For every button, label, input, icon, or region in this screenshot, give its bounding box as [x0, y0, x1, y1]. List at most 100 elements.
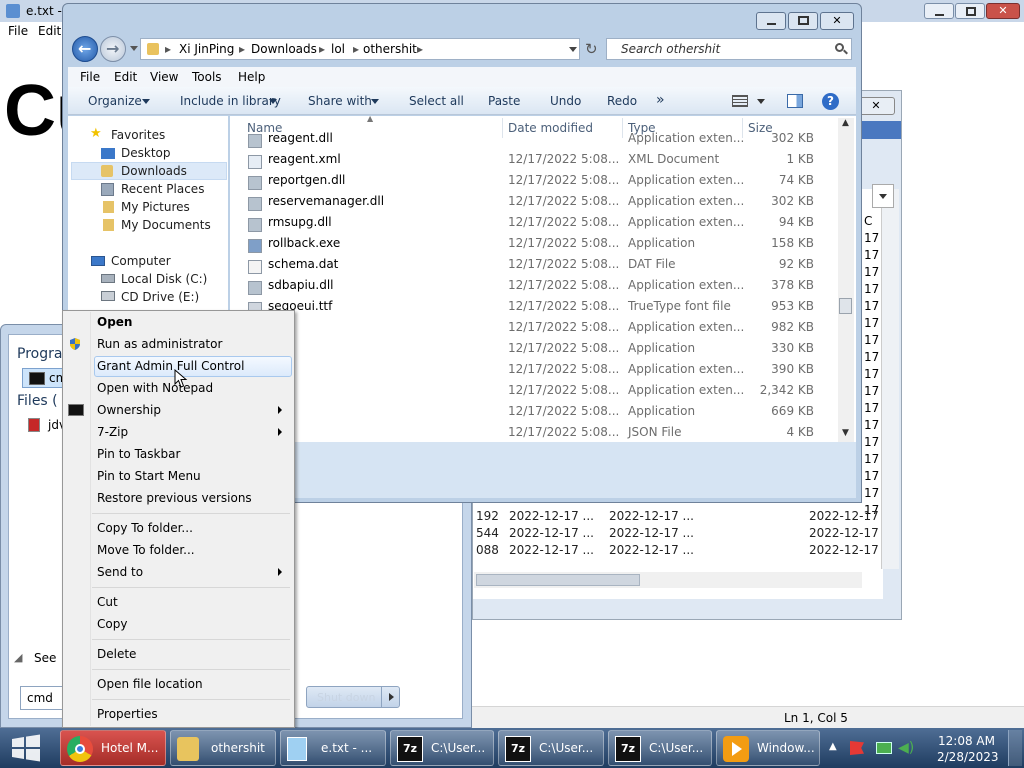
redo-button[interactable]: Redo — [607, 94, 637, 108]
nav-cd-drive[interactable]: CD Drive (E:) — [121, 290, 199, 304]
scroll-thumb[interactable] — [839, 298, 852, 314]
breadcrumb-1[interactable]: Xi JinPing — [179, 42, 234, 56]
chevron-down-icon[interactable] — [757, 99, 765, 104]
scroll-up-icon[interactable]: ▲ — [842, 118, 849, 128]
menu-edit[interactable]: Edit — [114, 70, 137, 84]
file-row[interactable]: reagent.xml 12/17/2022 5:08... XML Documen… — [246, 152, 836, 173]
minimize-button[interactable] — [756, 12, 786, 30]
undo-button[interactable]: Undo — [550, 94, 581, 108]
forward-button[interactable]: → — [100, 36, 126, 62]
file-row[interactable]: reservemanager.dll 12/17/2022 5:08... Appl… — [246, 194, 836, 215]
taskbar-othershit[interactable]: othershit — [170, 730, 276, 766]
menu-edit[interactable]: Edit — [38, 24, 61, 38]
ctx-open-with-notepad[interactable]: Open with Notepad — [97, 381, 213, 395]
ctx-grant-admin[interactable]: Grant Admin Full Control — [97, 359, 244, 373]
nav-favorites[interactable]: Favorites — [111, 128, 165, 142]
nav-computer[interactable]: Computer — [111, 254, 171, 268]
sevenzip-hscroll[interactable] — [474, 572, 862, 588]
ctx-pin-start[interactable]: Pin to Start Menu — [97, 469, 201, 483]
breadcrumb-3[interactable]: lol — [331, 42, 345, 56]
paste-button[interactable]: Paste — [488, 94, 520, 108]
show-desktop-button[interactable] — [1008, 730, 1022, 766]
file-list-scrollbar[interactable]: ▲ ▼ — [838, 118, 854, 442]
menu-view[interactable]: View — [150, 70, 178, 84]
start-search-input[interactable]: cmd — [20, 686, 64, 710]
file-row[interactable]: reportgen.dll 12/17/2022 5:08... Applicati… — [246, 173, 836, 194]
nav-recent-places[interactable]: Recent Places — [121, 182, 204, 196]
ctx-ownership[interactable]: Ownership — [97, 403, 161, 417]
refresh-icon[interactable]: ↻ — [585, 40, 598, 58]
shutdown-button[interactable]: Shut down — [306, 686, 400, 708]
breadcrumb-2[interactable]: Downloads — [251, 42, 317, 56]
more-commands-button[interactable]: » — [656, 92, 665, 108]
organize-button[interactable]: Organize — [88, 94, 142, 108]
scroll-down-icon[interactable]: ▼ — [842, 428, 849, 438]
ctx-copy-to-folder[interactable]: Copy To folder... — [97, 521, 193, 535]
help-icon[interactable]: ? — [822, 93, 839, 110]
ctx-properties[interactable]: Properties — [97, 707, 158, 721]
recent-pages-icon[interactable] — [130, 46, 138, 51]
taskbar-chrome[interactable]: Hotel M... — [60, 730, 166, 766]
minimize-button[interactable] — [924, 3, 954, 19]
nav-desktop[interactable]: Desktop — [121, 146, 171, 160]
ctx-move-to-folder[interactable]: Move To folder... — [97, 543, 195, 557]
clock-time[interactable]: 12:08 AM — [938, 734, 995, 748]
file-row[interactable]: rollback.exe 12/17/2022 5:08... Applicatio… — [246, 236, 836, 257]
nav-my-pictures[interactable]: My Pictures — [121, 200, 190, 214]
share-with-button[interactable]: Share with — [308, 94, 372, 108]
taskbar-7zip-3[interactable]: 7z C:\User... — [608, 730, 712, 766]
ctx-7zip[interactable]: 7-Zip — [97, 425, 128, 439]
file-row[interactable]: schema.dat 12/17/2022 5:08... DAT File 92 K… — [246, 257, 836, 278]
taskbar-7zip-2[interactable]: 7z C:\User... — [498, 730, 604, 766]
see-more-results[interactable]: ◢ See — [14, 650, 64, 668]
maximize-button[interactable] — [788, 12, 818, 30]
sevenzip-scrollbar[interactable] — [881, 189, 899, 569]
nav-downloads[interactable]: Downloads — [121, 164, 187, 178]
file-row[interactable]: 12/17/2022 5:08... Application 330 KB — [246, 341, 836, 362]
ctx-restore-versions[interactable]: Restore previous versions — [97, 491, 252, 505]
volume-icon[interactable]: ◀) — [898, 740, 914, 756]
taskbar-7zip-1[interactable]: 7z C:\User... — [390, 730, 494, 766]
taskbar-media-player[interactable]: Window... — [716, 730, 820, 766]
menu-help[interactable]: Help — [238, 70, 265, 84]
ctx-cut[interactable]: Cut — [97, 595, 118, 609]
close-button[interactable]: ✕ — [857, 97, 895, 115]
file-row[interactable]: 12/17/2022 5:08... Application exten... 39… — [246, 362, 836, 383]
ctx-run-as-admin[interactable]: Run as administrator — [97, 337, 222, 351]
chevron-right-icon[interactable] — [389, 693, 394, 701]
ctx-delete[interactable]: Delete — [97, 647, 136, 661]
close-button[interactable]: ✕ — [820, 12, 854, 30]
preview-pane-icon[interactable] — [787, 94, 803, 108]
back-button[interactable]: ← — [72, 36, 98, 62]
nav-local-disk[interactable]: Local Disk (C:) — [121, 272, 207, 286]
file-row[interactable]: segoeui.ttf 12/17/2022 5:08... TrueType fo… — [246, 299, 836, 320]
hscroll-thumb[interactable] — [476, 574, 640, 586]
file-row[interactable]: rmsupg.dll 12/17/2022 5:08... Application … — [246, 215, 836, 236]
menu-file[interactable]: File — [8, 24, 28, 38]
ctx-open-file-location[interactable]: Open file location — [97, 677, 203, 691]
clock-date[interactable]: 2/28/2023 — [937, 750, 999, 764]
ctx-copy[interactable]: Copy — [97, 617, 127, 631]
file-row[interactable]: 12/17/2022 5:08... Application exten... 98… — [246, 320, 836, 341]
breadcrumb-4[interactable]: othershit — [363, 42, 417, 56]
network-icon[interactable] — [876, 742, 892, 754]
taskbar-notepad[interactable]: e.txt - ... — [280, 730, 386, 766]
file-row[interactable]: 12/17/2022 5:08... Application 669 KB — [246, 404, 836, 425]
file-row[interactable]: sdbapiu.dll 12/17/2022 5:08... Application… — [246, 278, 836, 299]
restore-button[interactable] — [955, 3, 985, 19]
nav-my-documents[interactable]: My Documents — [121, 218, 211, 232]
address-dropdown-icon[interactable] — [569, 47, 577, 52]
menu-file[interactable]: File — [80, 70, 100, 84]
sevenzip-dropdown[interactable] — [872, 184, 894, 208]
select-all-button[interactable]: Select all — [409, 94, 464, 108]
include-library-button[interactable]: Include in library — [180, 94, 281, 108]
close-button[interactable]: ✕ — [986, 3, 1020, 19]
ctx-send-to[interactable]: Send to — [97, 565, 143, 579]
search-input[interactable]: Search othershit — [606, 38, 852, 60]
ctx-open[interactable]: Open — [97, 315, 132, 329]
file-row[interactable]: 12/17/2022 5:08... Application exten... 2,… — [246, 383, 836, 404]
file-result[interactable]: jdv — [24, 416, 66, 436]
start-button[interactable] — [8, 732, 46, 764]
ctx-pin-taskbar[interactable]: Pin to Taskbar — [97, 447, 180, 461]
view-options-icon[interactable] — [732, 95, 748, 107]
